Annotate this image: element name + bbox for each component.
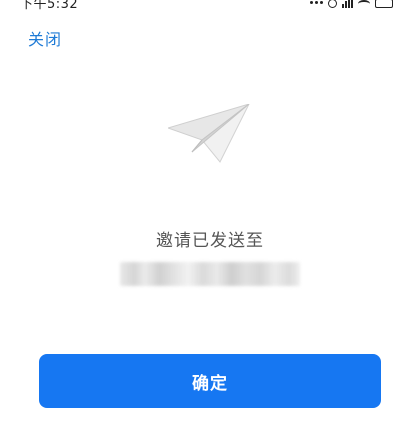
more-dots-icon xyxy=(310,0,323,8)
paper-plane-icon xyxy=(168,104,250,163)
recipient-blurred xyxy=(120,262,300,286)
status-time: 下午5:32 xyxy=(20,0,79,10)
confirm-button[interactable]: 确定 xyxy=(39,354,381,408)
wifi-icon xyxy=(358,0,370,8)
signal-icon xyxy=(342,0,353,8)
status-bar: 下午5:32 xyxy=(0,0,401,10)
close-button[interactable]: 关闭 xyxy=(28,26,62,50)
status-icons xyxy=(310,0,393,8)
invite-sent-message: 邀请已发送至 xyxy=(156,231,264,251)
alarm-icon xyxy=(328,0,337,8)
battery-icon xyxy=(375,0,393,8)
invite-sent-screen: 下午5:32 关闭 邀请已发送至 确定 xyxy=(0,0,401,421)
